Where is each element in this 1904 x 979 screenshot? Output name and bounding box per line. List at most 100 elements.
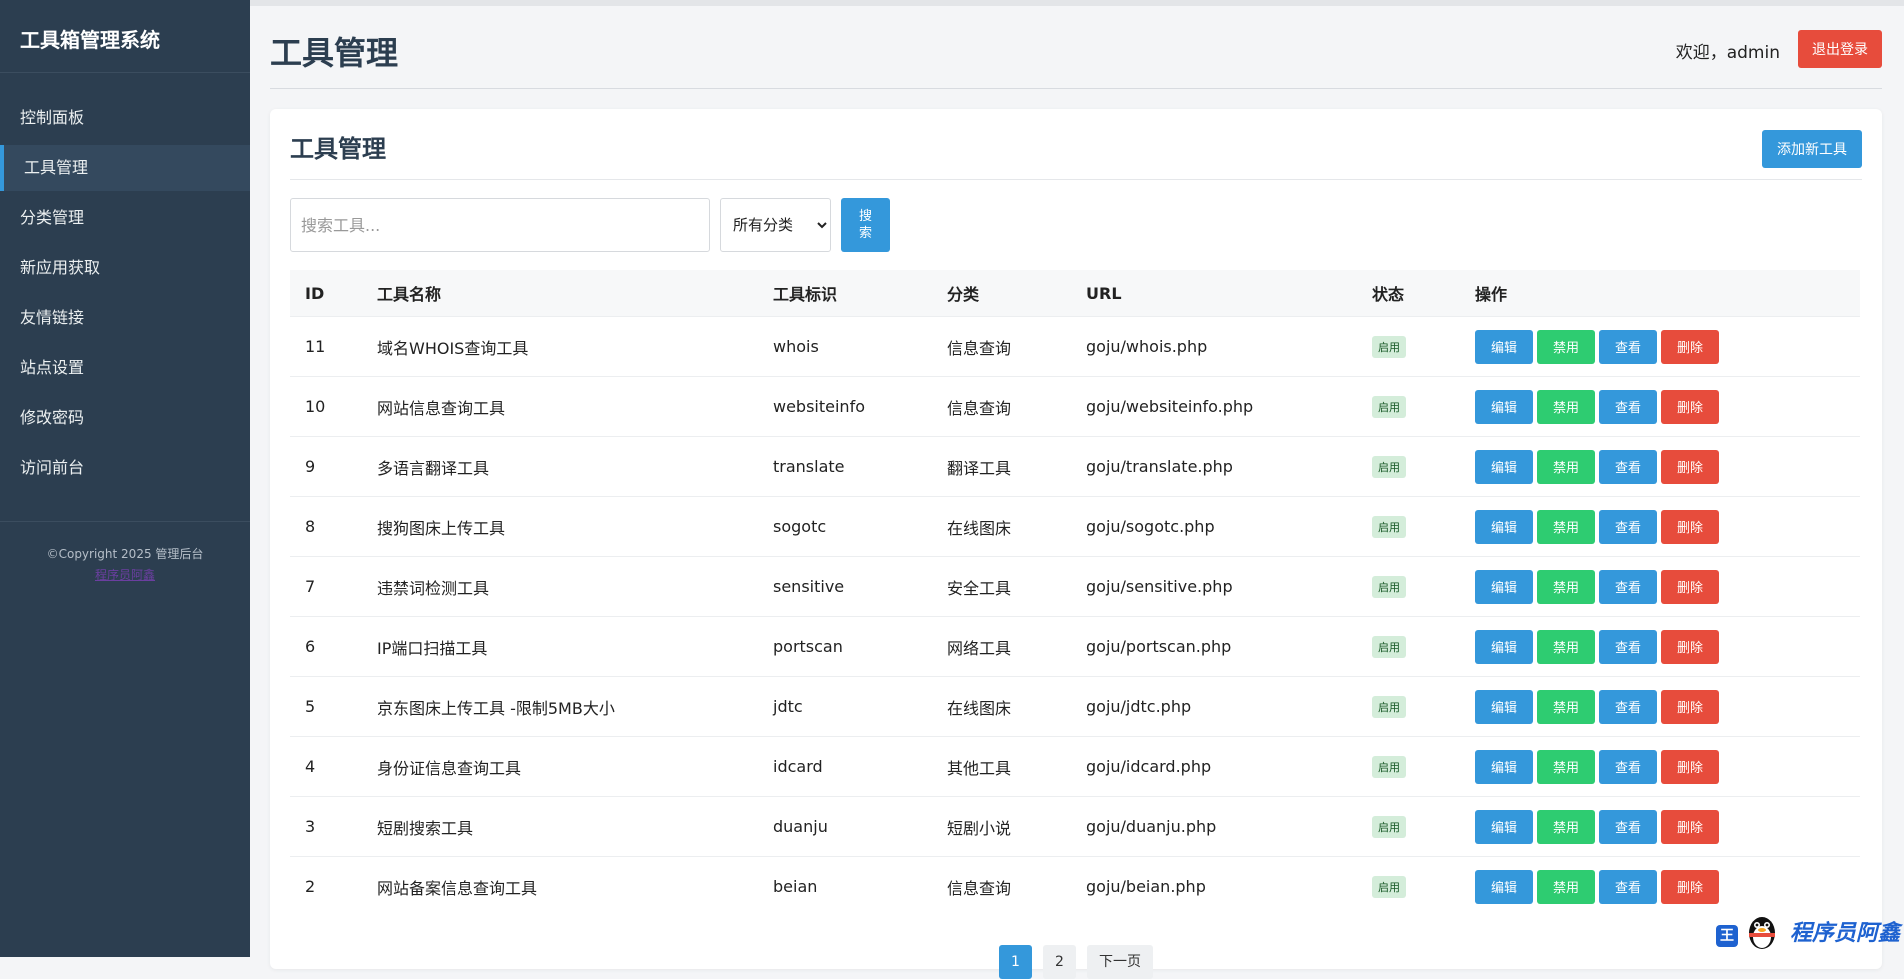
view-button[interactable]: 查看 (1599, 749, 1657, 784)
cell-category: 在线图床 (932, 496, 1071, 557)
delete-button[interactable]: 删除 (1661, 509, 1719, 544)
delete-button[interactable]: 删除 (1661, 749, 1719, 784)
status-badge: 启用 (1372, 395, 1406, 418)
cell-id: 4 (290, 736, 362, 797)
cell-name: 网站备案信息查询工具 (362, 856, 758, 916)
cell-ident: duanju (758, 796, 932, 857)
status-badge: 启用 (1372, 755, 1406, 778)
disable-button[interactable]: 禁用 (1537, 509, 1595, 544)
sidebar-item-site-settings[interactable]: 站点设置 (0, 345, 250, 391)
pagination: 1 2 下一页 (270, 945, 1882, 979)
cell-ident: translate (758, 436, 932, 497)
edit-button[interactable]: 编辑 (1475, 329, 1533, 364)
cell-status: 启用 (1357, 376, 1460, 437)
edit-button[interactable]: 编辑 (1475, 389, 1533, 424)
cell-actions: 编辑 禁用 查看 删除 (1460, 676, 1860, 737)
disable-button[interactable]: 禁用 (1537, 329, 1595, 364)
view-button[interactable]: 查看 (1599, 869, 1657, 904)
view-button[interactable]: 查看 (1599, 509, 1657, 544)
cell-ident: jdtc (758, 676, 932, 737)
cell-name: 多语言翻译工具 (362, 436, 758, 497)
cell-url: goju/duanju.php (1071, 796, 1357, 857)
header-name: 工具名称 (362, 270, 758, 317)
copyright-link[interactable]: 程序员阿鑫 (95, 568, 155, 582)
view-button[interactable]: 查看 (1599, 629, 1657, 664)
disable-button[interactable]: 禁用 (1537, 569, 1595, 604)
view-button[interactable]: 查看 (1599, 689, 1657, 724)
cell-name: 违禁词检测工具 (362, 556, 758, 617)
delete-button[interactable]: 删除 (1661, 329, 1719, 364)
delete-button[interactable]: 删除 (1661, 569, 1719, 604)
disable-button[interactable]: 禁用 (1537, 689, 1595, 724)
sidebar-item-friend-links[interactable]: 友情链接 (0, 295, 250, 341)
table-row: 2 网站备案信息查询工具 beian 信息查询 goju/beian.php 启用 编辑 禁用… (290, 856, 1860, 916)
view-button[interactable]: 查看 (1599, 389, 1657, 424)
cell-actions: 编辑 禁用 查看 删除 (1460, 616, 1860, 677)
page-2[interactable]: 2 (1043, 945, 1076, 979)
add-tool-button[interactable]: 添加新工具 (1762, 130, 1862, 168)
status-badge: 启用 (1372, 635, 1406, 658)
view-button[interactable]: 查看 (1599, 449, 1657, 484)
delete-button[interactable]: 删除 (1661, 809, 1719, 844)
sidebar-item-visit-frontend[interactable]: 访问前台 (0, 445, 250, 491)
category-select[interactable]: 所有分类 (720, 198, 831, 252)
delete-button[interactable]: 删除 (1661, 629, 1719, 664)
status-badge: 启用 (1372, 575, 1406, 598)
card-header: 工具管理 添加新工具 (290, 109, 1862, 180)
status-badge: 启用 (1372, 875, 1406, 898)
search-button[interactable]: 搜索 (841, 198, 890, 252)
disable-button[interactable]: 禁用 (1537, 629, 1595, 664)
table-row: 5 京东图床上传工具 -限制5MB大小 jdtc 在线图床 goju/jdtc.php 启… (290, 676, 1860, 737)
cell-actions: 编辑 禁用 查看 删除 (1460, 496, 1860, 557)
cell-url: goju/jdtc.php (1071, 676, 1357, 737)
disable-button[interactable]: 禁用 (1537, 869, 1595, 904)
edit-button[interactable]: 编辑 (1475, 569, 1533, 604)
delete-button[interactable]: 删除 (1661, 389, 1719, 424)
page-title: 工具管理 (270, 34, 399, 72)
table-header-row: ID 工具名称 工具标识 分类 URL 状态 操作 (290, 270, 1860, 317)
welcome-text: 欢迎，admin (1675, 43, 1780, 63)
cell-name: 短剧搜索工具 (362, 796, 758, 857)
cell-category: 在线图床 (932, 676, 1071, 737)
view-button[interactable]: 查看 (1599, 809, 1657, 844)
search-input[interactable] (290, 198, 710, 252)
cell-id: 10 (290, 376, 362, 437)
cell-category: 网络工具 (932, 616, 1071, 677)
sidebar-item-new-apps[interactable]: 新应用获取 (0, 245, 250, 291)
edit-button[interactable]: 编辑 (1475, 749, 1533, 784)
status-badge: 启用 (1372, 695, 1406, 718)
copyright: ©Copyright 2025 管理后台 程序员阿鑫 (0, 544, 250, 586)
sidebar-item-change-password[interactable]: 修改密码 (0, 395, 250, 441)
table-row: 7 违禁词检测工具 sensitive 安全工具 goju/sensitive.php 启… (290, 556, 1860, 617)
next-page-button[interactable]: 下一页 (1087, 945, 1154, 979)
sidebar-nav: 控制面板 工具管理 分类管理 新应用获取 友情链接 站点设置 修改密码 访问前台 (0, 95, 250, 491)
table-row: 11 域名WHOIS查询工具 whois 信息查询 goju/whois.php 启用 编辑… (290, 316, 1860, 377)
edit-button[interactable]: 编辑 (1475, 449, 1533, 484)
sidebar-item-tools[interactable]: 工具管理 (0, 145, 250, 191)
view-button[interactable]: 查看 (1599, 329, 1657, 364)
disable-button[interactable]: 禁用 (1537, 749, 1595, 784)
disable-button[interactable]: 禁用 (1537, 809, 1595, 844)
page-1[interactable]: 1 (998, 945, 1032, 979)
cell-actions: 编辑 禁用 查看 删除 (1460, 436, 1860, 497)
delete-button[interactable]: 删除 (1661, 449, 1719, 484)
cell-name: 身份证信息查询工具 (362, 736, 758, 797)
header-ident: 工具标识 (758, 270, 932, 317)
edit-button[interactable]: 编辑 (1475, 689, 1533, 724)
delete-button[interactable]: 删除 (1661, 689, 1719, 724)
sidebar-item-categories[interactable]: 分类管理 (0, 195, 250, 241)
view-button[interactable]: 查看 (1599, 569, 1657, 604)
edit-button[interactable]: 编辑 (1475, 809, 1533, 844)
cell-name: 网站信息查询工具 (362, 376, 758, 437)
edit-button[interactable]: 编辑 (1475, 629, 1533, 664)
edit-button[interactable]: 编辑 (1475, 869, 1533, 904)
disable-button[interactable]: 禁用 (1537, 449, 1595, 484)
logout-button[interactable]: 退出登录 (1798, 30, 1882, 68)
edit-button[interactable]: 编辑 (1475, 509, 1533, 544)
cell-status: 启用 (1357, 796, 1460, 857)
disable-button[interactable]: 禁用 (1537, 389, 1595, 424)
cell-ident: idcard (758, 736, 932, 797)
sidebar-item-dashboard[interactable]: 控制面板 (0, 95, 250, 141)
main-content: 工具管理 欢迎，admin 退出登录 工具管理 添加新工具 所有分类 搜索 ID… (250, 6, 1904, 979)
delete-button[interactable]: 删除 (1661, 869, 1719, 904)
